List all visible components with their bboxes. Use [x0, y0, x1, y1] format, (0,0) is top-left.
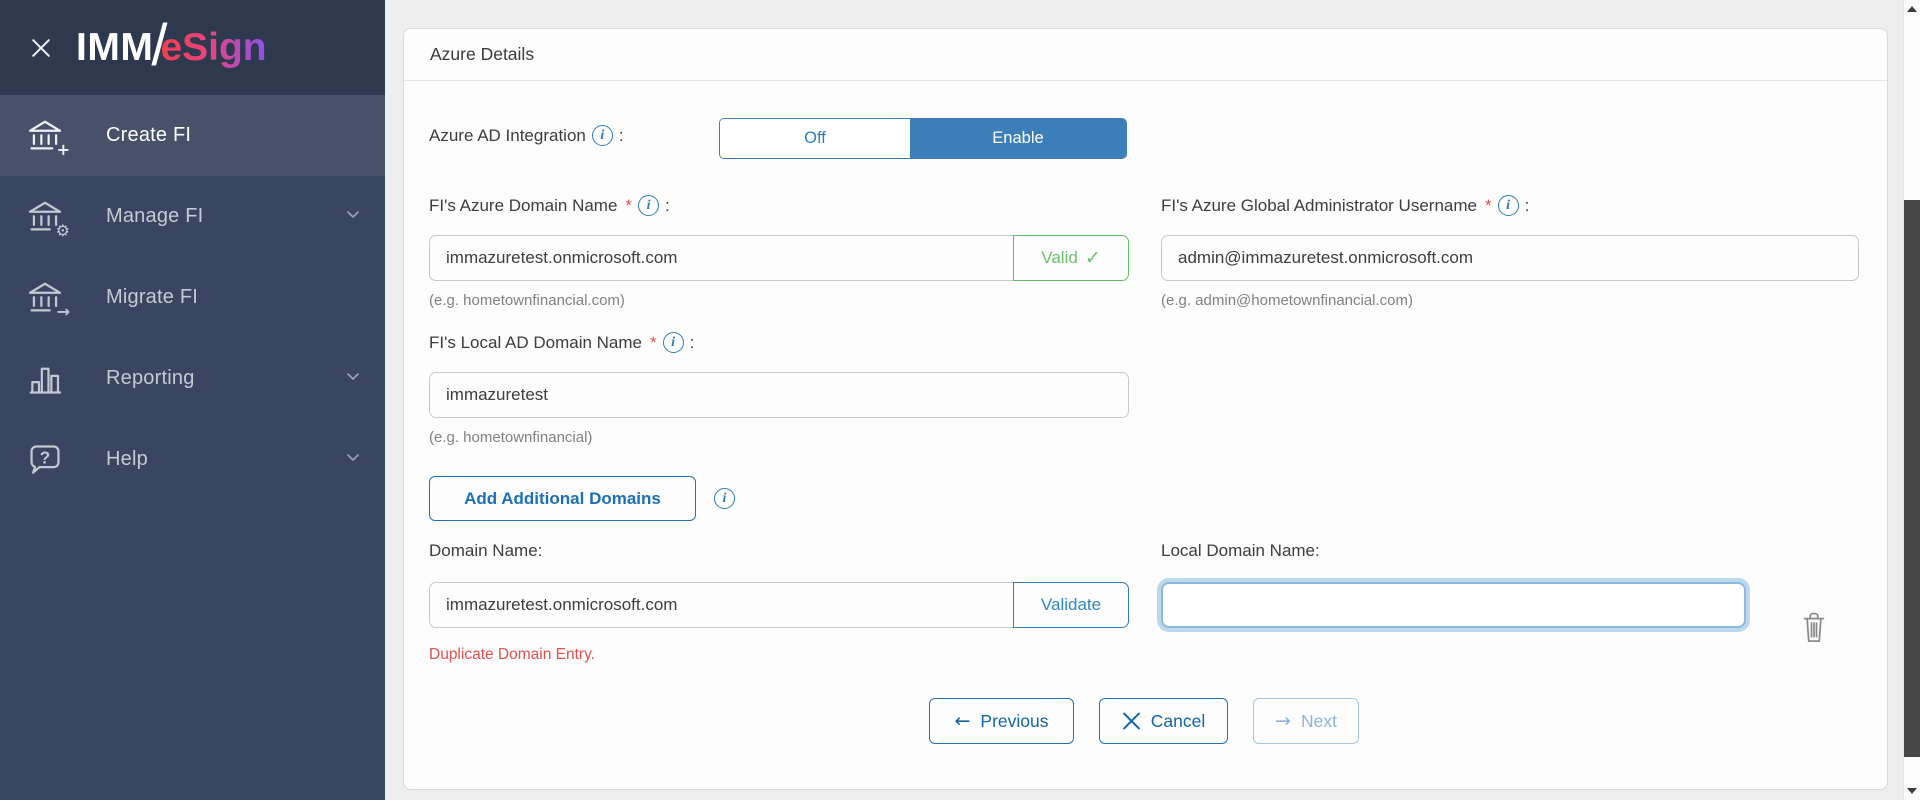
valid-status-badge: Valid ✓ — [1013, 235, 1129, 281]
app-logo: IMM / eSign — [76, 26, 267, 70]
bar-chart-icon — [26, 358, 68, 400]
logo-esign-text: eSign — [160, 26, 266, 70]
previous-label: Previous — [980, 711, 1048, 732]
chevron-down-icon — [343, 447, 363, 472]
required-asterisk: * — [625, 196, 632, 216]
local-ad-domain-hint: (e.g. hometownfinancial) — [429, 429, 592, 446]
sidebar-header: IMM / eSign — [0, 0, 385, 95]
colon: : — [690, 333, 695, 353]
trash-icon — [1799, 609, 1829, 647]
local-ad-domain-label: FI's Local AD Domain Name * : — [429, 332, 694, 353]
info-icon[interactable] — [592, 125, 613, 146]
plus-glyph: + — [57, 142, 70, 158]
next-button[interactable]: → Next — [1253, 698, 1359, 744]
sidebar-item-label: Create FI — [106, 124, 191, 147]
label-text: FI's Azure Global Administrator Username — [1161, 196, 1477, 216]
label-text: Domain Name: — [429, 541, 542, 561]
sidebar: IMM / eSign + Create FI ⚙ Manage FI — [0, 0, 385, 800]
info-icon[interactable] — [714, 488, 735, 509]
gear-glyph: ⚙ — [56, 223, 70, 239]
validate-button[interactable]: Validate — [1013, 582, 1129, 628]
sidebar-item-label: Migrate FI — [106, 286, 198, 309]
additional-domain-field: Validate — [429, 582, 1129, 628]
global-admin-hint: (e.g. admin@hometownfinancial.com) — [1161, 292, 1413, 309]
scroll-down-arrow[interactable] — [1907, 788, 1917, 794]
info-icon[interactable] — [663, 332, 684, 353]
bank-plus-icon: + — [26, 115, 68, 157]
chevron-down-icon — [343, 204, 363, 229]
sidebar-item-help[interactable]: ? Help — [0, 419, 385, 500]
local-domain-input[interactable] — [1161, 582, 1746, 628]
label-text: Azure AD Integration — [429, 126, 586, 146]
label-text: FI's Azure Domain Name — [429, 196, 617, 216]
colon: : — [665, 196, 670, 216]
close-icon[interactable] — [26, 33, 56, 63]
arrow-right-icon: → — [1275, 710, 1291, 732]
sidebar-item-label: Reporting — [106, 367, 195, 390]
bank-gear-icon: ⚙ — [26, 196, 68, 238]
colon: : — [619, 126, 624, 146]
main-content: Azure Details Azure AD Integration : Off… — [385, 0, 1903, 800]
previous-button[interactable]: ← Previous — [929, 698, 1074, 744]
delete-domain-button[interactable] — [1794, 605, 1834, 651]
colon: : — [1525, 196, 1530, 216]
sidebar-item-reporting[interactable]: Reporting — [0, 338, 385, 419]
x-icon — [1122, 712, 1141, 731]
sidebar-item-label: Manage FI — [106, 205, 203, 228]
svg-text:?: ? — [40, 447, 51, 467]
label-text: FI's Local AD Domain Name — [429, 333, 642, 353]
scroll-up-arrow[interactable] — [1907, 6, 1917, 12]
info-icon[interactable] — [638, 195, 659, 216]
add-additional-domains-button[interactable]: Add Additional Domains — [429, 476, 696, 521]
cancel-label: Cancel — [1151, 711, 1205, 732]
azure-domain-label: FI's Azure Domain Name * : — [429, 195, 670, 216]
help-bubble-icon: ? — [26, 439, 68, 481]
toggle-off-button[interactable]: Off — [720, 119, 910, 158]
azure-domain-input[interactable] — [429, 235, 1013, 281]
arrow-left-icon: ← — [954, 710, 970, 732]
check-icon: ✓ — [1085, 247, 1101, 270]
bank-arrow-icon: → — [26, 277, 68, 319]
scrollbar-thumb[interactable] — [1904, 200, 1920, 757]
required-asterisk: * — [650, 333, 657, 353]
local-ad-domain-input[interactable] — [429, 372, 1129, 418]
required-asterisk: * — [1485, 196, 1492, 216]
additional-domain-input[interactable] — [429, 582, 1013, 628]
chevron-down-icon — [343, 366, 363, 391]
toggle-enable-button[interactable]: Enable — [910, 119, 1126, 158]
local-domain-name-label: Local Domain Name: — [1161, 541, 1320, 561]
azure-domain-field: Valid ✓ — [429, 235, 1129, 281]
next-label: Next — [1301, 711, 1337, 732]
azure-ad-integration-label: Azure AD Integration : — [429, 125, 624, 146]
domain-name-label: Domain Name: — [429, 541, 542, 561]
vertical-scrollbar — [1903, 0, 1920, 800]
sidebar-item-manage-fi[interactable]: ⚙ Manage FI — [0, 176, 385, 257]
info-icon[interactable] — [1498, 195, 1519, 216]
sidebar-item-create-fi[interactable]: + Create FI — [0, 95, 385, 176]
azure-domain-hint: (e.g. hometownfinancial.com) — [429, 292, 625, 309]
sidebar-item-label: Help — [106, 448, 148, 471]
valid-text: Valid — [1041, 248, 1078, 268]
cancel-button[interactable]: Cancel — [1099, 698, 1228, 744]
global-admin-label: FI's Azure Global Administrator Username… — [1161, 195, 1529, 216]
logo-imm-text: IMM — [76, 26, 153, 70]
arrow-right-glyph: → — [57, 304, 70, 320]
azure-ad-integration-toggle: Off Enable — [719, 118, 1127, 159]
card-body: Azure AD Integration : Off Enable FI's A… — [404, 29, 1887, 789]
duplicate-domain-error: Duplicate Domain Entry. — [429, 646, 595, 664]
global-admin-input[interactable] — [1161, 235, 1859, 281]
sidebar-item-migrate-fi[interactable]: → Migrate FI — [0, 257, 385, 338]
azure-details-card: Azure Details Azure AD Integration : Off… — [403, 28, 1888, 790]
label-text: Local Domain Name: — [1161, 541, 1320, 561]
